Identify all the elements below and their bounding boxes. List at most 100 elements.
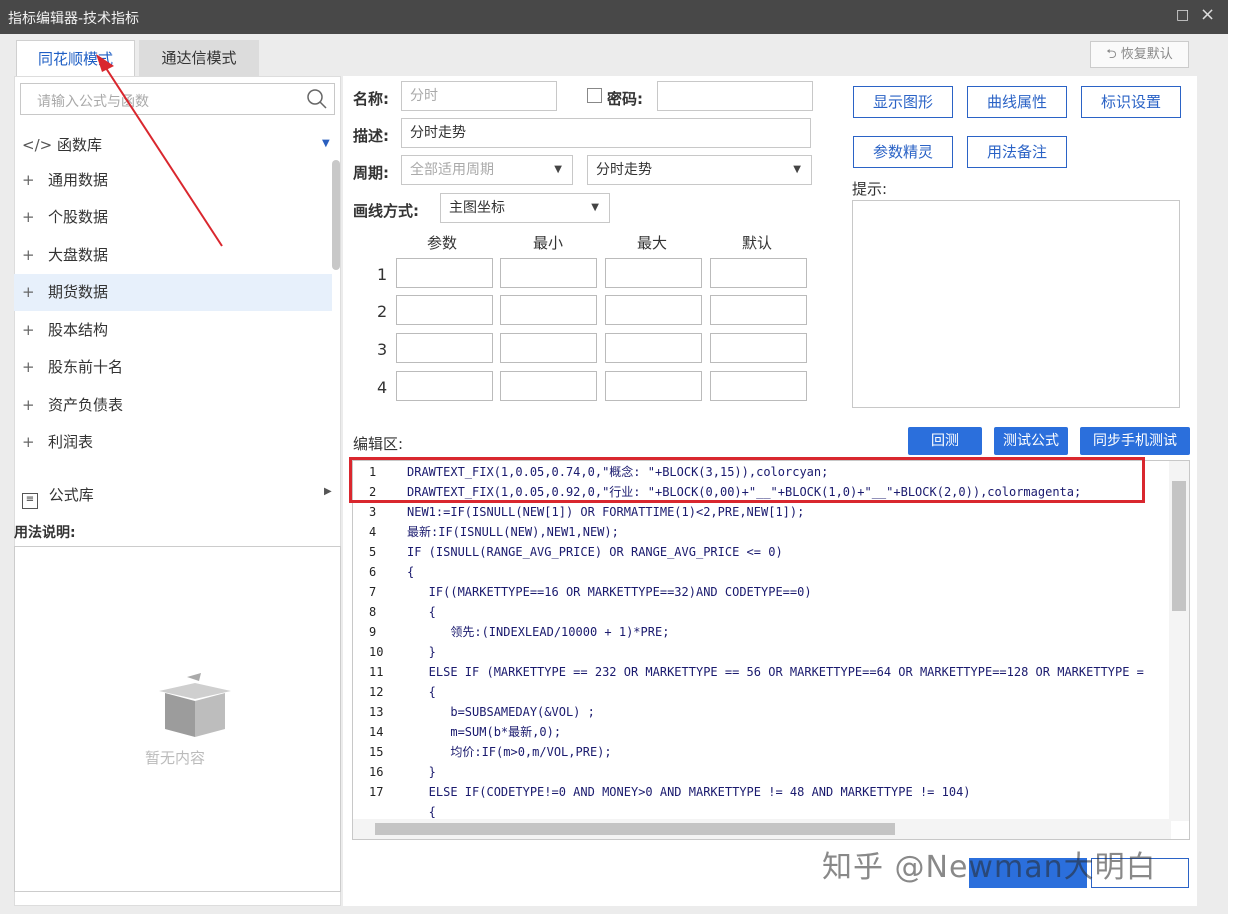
window-title: 指标编辑器-技术指标 [8,11,140,27]
code-icon: </> [22,136,53,154]
param-cell[interactable] [396,295,493,325]
code-line[interactable]: { [407,682,436,702]
code-line[interactable]: { [407,602,436,622]
param-cell[interactable] [396,258,493,288]
library-item-top-holders[interactable]: + 股东前十名 [14,349,332,386]
code-line[interactable]: } [407,642,436,662]
code-line[interactable]: 领先:(INDEXLEAD/10000 + 1)*PRE; [407,622,669,642]
empty-box-icon [159,673,231,737]
show-graph-button[interactable]: 显示图形 [853,86,953,118]
library-item-label: 股本结构 [48,321,109,339]
name-field[interactable]: 分时 [401,81,557,111]
usage-panel: 暂无内容 [14,546,341,892]
period-value: 全部适用周期 [410,162,494,178]
plus-icon: + [22,171,35,189]
code-line[interactable]: b=SUBSAMEDAY(&VOL) ; [407,702,595,722]
code-line[interactable]: NEW1:=IF(ISNULL(NEW[1]) OR FORMATTIME(1)… [407,502,804,522]
period2-value: 分时走势 [596,162,652,178]
plus-icon: + [22,208,35,226]
param-cell[interactable] [500,371,597,401]
line-number: 9 [369,625,377,639]
empty-text: 暂无内容 [145,749,206,767]
code-line[interactable]: } [407,762,436,782]
chevron-down-icon: ▼ [554,164,562,175]
param-row-number: 1 [377,265,388,284]
param-cell[interactable] [396,371,493,401]
maximize-icon[interactable]: □ [1176,7,1189,23]
hint-box [852,200,1180,408]
param-cell[interactable] [500,295,597,325]
password-checkbox[interactable] [587,88,602,103]
desc-field[interactable]: 分时走势 [401,118,811,148]
code-line[interactable]: m=SUM(b*最新,0); [407,722,561,742]
restore-default-button[interactable]: ⮌ 恢复默认 [1090,41,1189,68]
library-item-equity[interactable]: + 股本结构 [14,312,332,349]
line-number: 12 [369,685,384,699]
close-icon[interactable]: × [1200,4,1215,25]
scroll-thumb[interactable] [1172,481,1186,611]
code-line[interactable]: IF (ISNULL(RANGE_AVG_PRICE) OR RANGE_AVG… [407,542,783,562]
password-label: 密码: [607,90,643,108]
param-header-max: 最大 [637,234,668,252]
code-line[interactable]: ELSE IF(CODETYPE!=0 AND MONEY>0 AND MARK… [407,782,971,802]
param-cell[interactable] [500,258,597,288]
param-cell[interactable] [710,371,807,401]
plus-icon: + [22,396,35,414]
line-number: 4 [369,525,377,539]
library-item-futures[interactable]: + 期货数据 [14,274,332,311]
param-wizard-button[interactable]: 参数精灵 [853,136,953,168]
library-item-balance-sheet[interactable]: + 资产负债表 [14,387,332,424]
line-number: 10 [369,645,384,659]
library-item-income[interactable]: + 利润表 [14,424,332,461]
param-cell[interactable] [605,333,702,363]
library-item-label: 资产负债表 [48,396,124,414]
param-cell[interactable] [605,295,702,325]
param-cell[interactable] [396,333,493,363]
line-number: 11 [369,665,384,679]
plus-icon: + [22,246,35,264]
period2-select[interactable]: 分时走势 ▼ [587,155,812,185]
formula-library-label: 公式库 [48,486,94,504]
code-line[interactable]: 最新:IF(ISNULL(NEW),NEW1,NEW); [407,522,619,542]
marker-settings-button[interactable]: 标识设置 [1081,86,1181,118]
param-cell[interactable] [605,258,702,288]
param-row-number: 3 [377,340,388,359]
plus-icon: + [22,283,35,301]
curve-props-button[interactable]: 曲线属性 [967,86,1067,118]
password-field[interactable] [657,81,813,111]
code-line[interactable]: IF((MARKETTYPE==16 OR MARKETTYPE==32)AND… [407,582,812,602]
param-header-name: 参数 [427,234,458,252]
draw-select[interactable]: 主图坐标 ▼ [440,193,610,223]
line-number: 17 [369,785,384,799]
list-icon: ≡ [22,493,38,509]
param-cell[interactable] [605,371,702,401]
param-cell[interactable] [500,333,597,363]
period-select[interactable]: 全部适用周期 ▼ [401,155,573,185]
scroll-thumb[interactable] [375,823,895,835]
chevron-right-icon: ▶ [324,486,332,497]
plus-icon: + [22,358,35,376]
code-line[interactable]: ELSE IF (MARKETTYPE == 232 OR MARKETTYPE… [407,662,1144,682]
title-bar: 指标编辑器-技术指标 □ × [0,0,1228,34]
line-number: 6 [369,565,377,579]
hint-label: 提示: [852,180,888,198]
mobile-test-button[interactable]: 同步手机测试 [1080,427,1190,455]
highlight-box [349,457,1145,503]
param-cell[interactable] [710,258,807,288]
editor-vertical-scrollbar[interactable] [1169,461,1189,821]
param-cell[interactable] [710,295,807,325]
code-line[interactable]: { [407,562,414,582]
usage-notes-button[interactable]: 用法备注 [967,136,1067,168]
backtest-button[interactable]: 回测 [908,427,982,455]
line-number: 14 [369,725,384,739]
param-cell[interactable] [710,333,807,363]
test-formula-button[interactable]: 测试公式 [994,427,1068,455]
code-editor[interactable]: 1 DRAWTEXT_FIX(1,0.05,0.74,0,"概念: "+BLOCK… [352,460,1190,840]
formula-library-header[interactable]: ≡ 公式库 ▶ [22,484,332,509]
name-label: 名称: [353,90,389,108]
period-label: 周期: [353,164,389,182]
code-line[interactable]: 均价:IF(m>0,m/VOL,PRE); [407,742,611,762]
editor-horizontal-scrollbar[interactable] [353,819,1171,839]
library-scrollbar[interactable] [332,160,340,270]
search-icon[interactable] [306,88,328,110]
